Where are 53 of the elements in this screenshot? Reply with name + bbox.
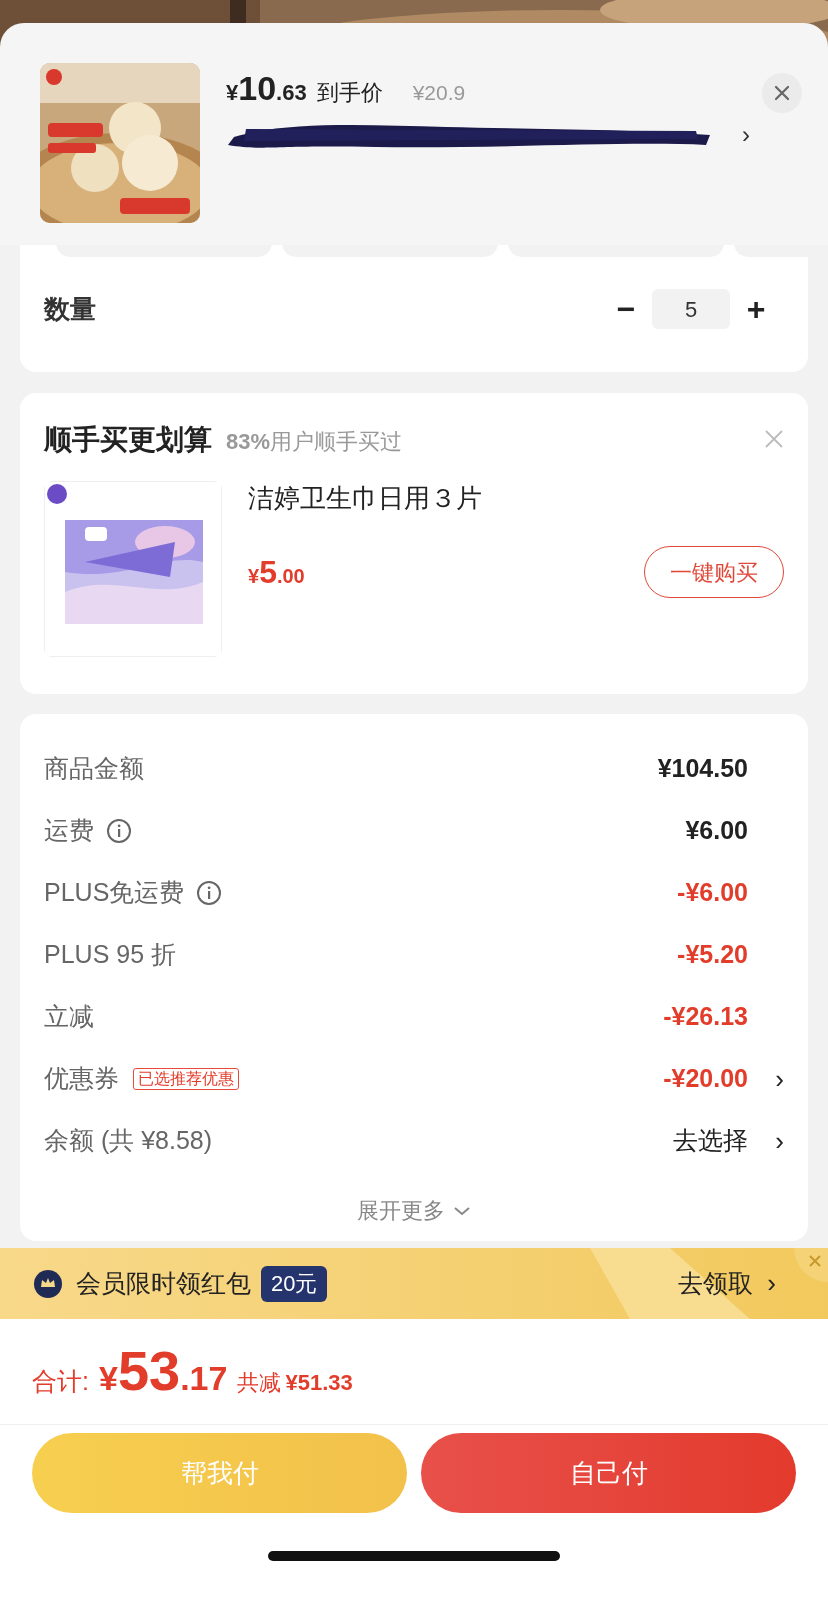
original-price: ¥20.9: [412, 80, 466, 106]
info-icon[interactable]: [106, 818, 132, 844]
info-icon[interactable]: [196, 880, 223, 906]
cost-label: 优惠券: [44, 1063, 119, 1095]
cost-value: ¥6.00: [685, 815, 748, 847]
expand-more-link[interactable]: 展开更多: [357, 1194, 471, 1227]
cost-value: ¥104.50: [657, 753, 748, 785]
close-icon: [808, 1254, 822, 1268]
chevron-down-icon: [453, 1204, 471, 1217]
chevron-icon[interactable]: ›: [762, 1059, 784, 1099]
banner-text: 会员限时领红包: [76, 1267, 251, 1299]
coupon-tag: 已选推荐优惠: [133, 1068, 239, 1090]
pay-button[interactable]: 自己付: [421, 1433, 796, 1513]
total-integer: 53: [117, 1343, 181, 1399]
price-integer: 5: [259, 553, 277, 592]
total-currency: ¥: [98, 1359, 118, 1399]
claim-link[interactable]: 去领取: [678, 1264, 754, 1303]
addon-item-name: 洁婷卫生巾日用３片: [248, 482, 483, 515]
cost-label: PLUS免运费: [44, 877, 185, 909]
total-label: 合计:: [32, 1366, 89, 1397]
cost-label: 立减: [44, 1001, 94, 1033]
increase-button[interactable]: +: [736, 285, 776, 333]
crown-icon: [34, 1269, 62, 1298]
total-decimal: .17: [180, 1358, 228, 1399]
cost-value: -¥26.13: [663, 1001, 748, 1033]
close-button[interactable]: [762, 73, 802, 113]
price-decimal: .00: [276, 564, 305, 589]
price-currency: ¥: [226, 80, 239, 107]
saved-label: 共减: [237, 1369, 282, 1397]
chevron-icon[interactable]: ›: [742, 117, 750, 153]
cost-value: -¥6.00: [677, 877, 748, 909]
cost-label: 商品金额: [44, 753, 144, 785]
addon-stat: 83%用户顺手买过: [226, 428, 403, 456]
chevron-icon[interactable]: ›: [767, 1264, 776, 1303]
price-integer: 10: [238, 71, 277, 105]
decrease-button[interactable]: −: [606, 285, 646, 333]
chevron-icon[interactable]: ›: [762, 1121, 784, 1161]
close-icon: [774, 85, 790, 101]
cost-value[interactable]: 去选择: [673, 1122, 748, 1160]
quantity-label: 数量: [44, 292, 96, 326]
addon-title: 顺手买更划算: [44, 423, 212, 457]
cost-value: -¥20.00: [663, 1063, 748, 1095]
close-icon[interactable]: [764, 429, 784, 449]
cost-label: 余额 (共 ¥8.58): [44, 1125, 213, 1157]
price-label: 到手价: [316, 79, 383, 107]
cost-label: PLUS 95 折: [44, 939, 176, 971]
amount-tag: 20元: [261, 1265, 328, 1302]
cost-label: 运费: [44, 815, 94, 847]
cost-value: -¥5.20: [677, 939, 748, 971]
quantity-field[interactable]: 5: [652, 289, 730, 329]
price-currency: ¥: [248, 565, 260, 589]
price-decimal: .63: [276, 79, 307, 107]
saved-amount: ¥51.33: [285, 1369, 353, 1397]
